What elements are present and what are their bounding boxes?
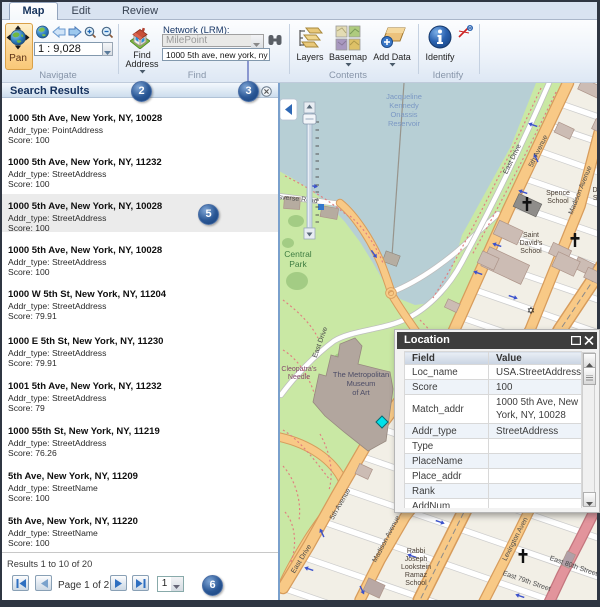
svg-text:✡: ✡ [527,306,535,317]
svg-text:Joseph: Joseph [405,556,428,563]
svg-text:The Metropolitan: The Metropolitan [333,370,389,379]
svg-text:School: School [520,248,542,255]
svg-text:Cleopatra's: Cleopatra's [281,366,317,373]
svg-text:Sc: Sc [593,195,597,202]
svg-text:Jacqueline: Jacqueline [386,92,422,101]
svg-text:Needle: Needle [288,374,310,381]
svg-text:David's: David's [520,240,543,247]
svg-text:School: School [405,580,427,587]
svg-text:Onassis: Onassis [390,110,417,119]
svg-text:0: 0 [468,26,471,32]
svg-text:Ramaz: Ramaz [405,572,428,579]
svg-text:Kennedy: Kennedy [389,101,419,110]
svg-text:Lookstein: Lookstein [401,564,431,571]
svg-text:Rabbi: Rabbi [407,548,426,555]
svg-text:School: School [547,198,569,205]
svg-text:Central: Central [284,249,312,259]
svg-text:of Art: of Art [352,388,370,397]
svg-text:Saint: Saint [523,232,539,239]
svg-text:Museum: Museum [347,379,376,388]
svg-text:Spence: Spence [546,190,570,197]
svg-text:Da: Da [593,187,597,194]
svg-text:Park: Park [289,259,307,269]
svg-text:Reservoir: Reservoir [388,119,421,128]
